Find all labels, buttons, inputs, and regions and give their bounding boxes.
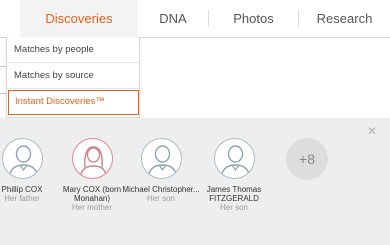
male-avatar-icon [213, 138, 255, 179]
person-card[interactable]: Michael Christopher... Her son [121, 138, 201, 204]
tab-photos[interactable]: Photos [209, 0, 298, 37]
menu-item-matches-by-people[interactable]: Matches by people [7, 37, 139, 63]
person-card[interactable]: James Thomas FITZGERALD Her son [194, 138, 274, 213]
person-relation: Her son [146, 194, 175, 203]
page: Discoveries DNA Photos Research Matches … [0, 0, 390, 245]
male-avatar-icon [1, 138, 43, 179]
person-relation: Her mother [71, 203, 112, 212]
tab-dna[interactable]: DNA [138, 0, 208, 37]
female-avatar-icon [71, 138, 113, 179]
menu-item-matches-by-source[interactable]: Matches by source [7, 63, 139, 89]
top-nav: Discoveries DNA Photos Research [0, 0, 390, 38]
instant-discoveries-panel: ✕ Phillip COX Her father Mary COX (born … [0, 118, 390, 245]
person-name: James Thomas FITZGERALD [206, 185, 262, 203]
male-avatar-icon [140, 138, 182, 179]
close-icon[interactable]: ✕ [367, 125, 377, 137]
tab-discoveries[interactable]: Discoveries [20, 0, 138, 37]
menu-item-instant-discoveries[interactable]: Instant Discoveries™ [8, 90, 139, 115]
person-card[interactable]: Mary COX (born Monahan) Her mother [52, 138, 132, 213]
person-name: Michael Christopher... [122, 185, 200, 194]
discoveries-dropdown-menu: Matches by people Matches by source Inst… [6, 37, 140, 118]
person-name: Mary COX (born Monahan) [62, 185, 122, 203]
tab-research[interactable]: Research [299, 0, 390, 37]
more-people-button[interactable]: +8 [286, 138, 328, 180]
person-relation: Her son [219, 203, 248, 212]
